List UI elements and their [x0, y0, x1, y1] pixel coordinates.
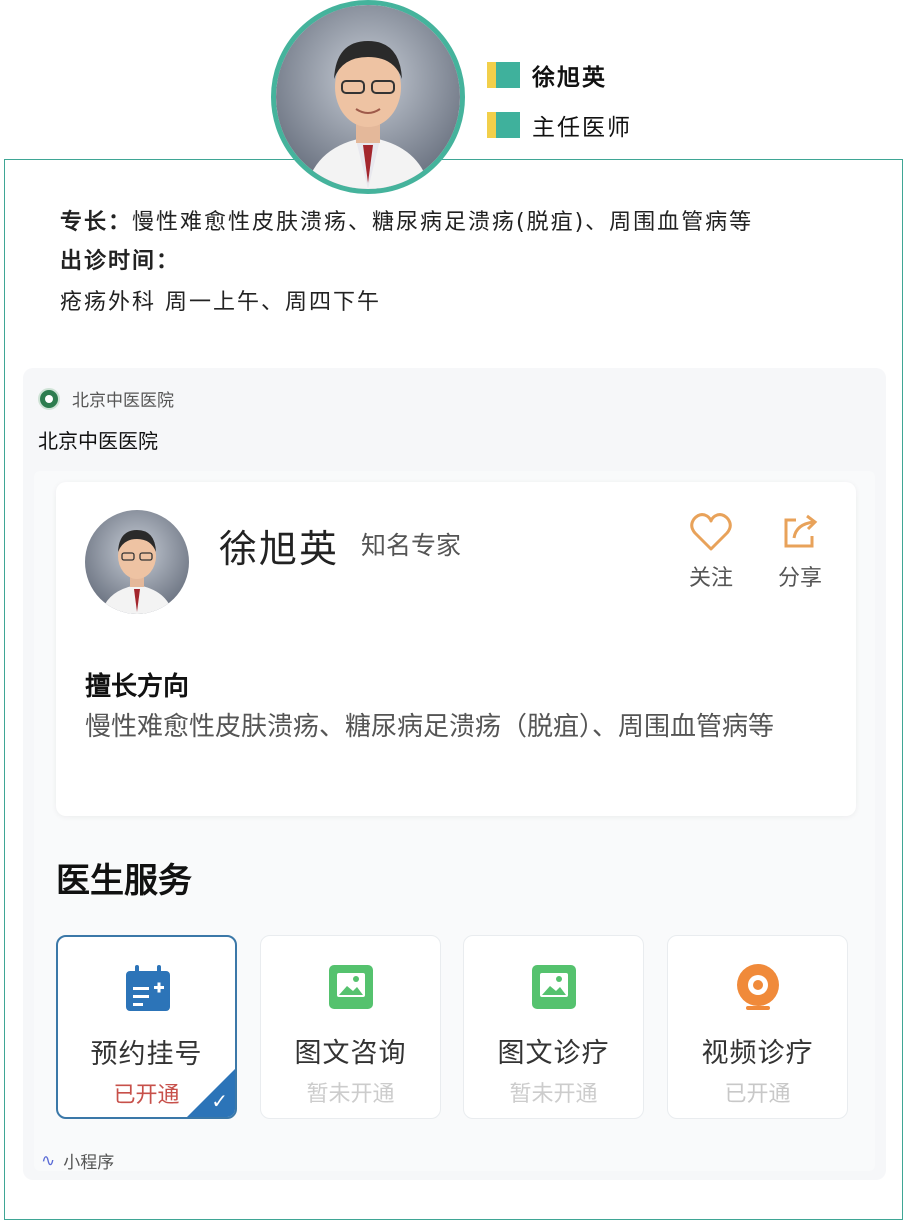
doctor-badge: 知名专家	[361, 531, 462, 560]
mini-program-label: 小程序	[63, 1153, 115, 1173]
tag-marker-icon	[487, 62, 520, 88]
camera-icon	[737, 964, 779, 1010]
doctor-avatar-large	[271, 0, 465, 194]
specialty-heading: 擅长方向	[85, 672, 190, 702]
specialty-text: 慢性难愈性皮肤溃疡、糖尿病足溃疡(脱疽)、周围血管病等	[132, 210, 754, 235]
check-icon: ✓	[211, 1089, 228, 1113]
service-video-diagnosis[interactable]: 视频诊疗 已开通	[667, 935, 848, 1119]
doctor-name: 徐旭英	[532, 65, 607, 91]
service-status: 暂未开通	[509, 1082, 598, 1107]
name-tag: 徐旭英	[487, 58, 607, 92]
doctor-title: 主任医师	[532, 115, 632, 141]
doctor-card: 徐旭英 知名专家 关注 分享 擅长方向 慢性难愈性皮肤溃疡、糖尿病足溃疡（脱疽）…	[56, 482, 856, 816]
mini-program-header: 北京中医医院	[38, 386, 174, 411]
image-icon	[532, 965, 576, 1009]
source-name: 北京中医医院	[72, 391, 174, 411]
service-name: 预约挂号	[90, 1039, 203, 1070]
doctor-card-name: 徐旭英	[219, 527, 340, 571]
hours-label: 出诊时间：	[60, 249, 181, 274]
specialty-label: 专长：	[60, 210, 133, 235]
service-text-consult[interactable]: 图文咨询 暂未开通	[260, 935, 441, 1119]
service-status: 暂未开通	[306, 1082, 395, 1107]
doctor-avatar	[85, 510, 189, 614]
hospital-logo-icon	[38, 387, 60, 410]
share-icon	[784, 514, 818, 548]
mini-program-title: 北京中医医院	[38, 429, 158, 453]
image-icon	[329, 965, 373, 1009]
services-heading: 医生服务	[56, 861, 192, 901]
service-status: 已开通	[724, 1082, 791, 1107]
service-name: 视频诊疗	[701, 1038, 814, 1069]
mini-program-card[interactable]: 北京中医医院 北京中医医院 徐旭英 知名专家 关注 分享 擅长方向 慢性难愈性皮…	[23, 368, 886, 1180]
mini-program-icon: ∿	[41, 1150, 56, 1171]
mini-program-preview: 徐旭英 知名专家 关注 分享 擅长方向 慢性难愈性皮肤溃疡、糖尿病足溃疡（脱疽）…	[34, 471, 875, 1171]
calendar-icon	[126, 965, 170, 1011]
service-text-diagnosis[interactable]: 图文诊疗 暂未开通	[463, 935, 644, 1119]
service-appointment[interactable]: 预约挂号 已开通 ✓	[56, 935, 237, 1119]
title-tag: 主任医师	[487, 108, 632, 142]
follow-button[interactable]: 关注	[681, 512, 741, 592]
specialty-line: 专长：慢性难愈性皮肤溃疡、糖尿病足溃疡(脱疽)、周围血管病等	[60, 204, 753, 236]
tag-marker-icon	[487, 112, 520, 138]
hours-text: 疮疡外科 周一上午、周四下午	[60, 290, 381, 315]
share-label: 分享	[777, 566, 822, 591]
service-name: 图文诊疗	[497, 1038, 610, 1069]
share-button[interactable]: 分享	[770, 512, 830, 592]
specialty-description: 慢性难愈性皮肤溃疡、糖尿病足溃疡（脱疽）、周围血管病等	[85, 712, 775, 742]
heart-icon	[690, 513, 732, 551]
follow-label: 关注	[688, 566, 733, 591]
mini-program-footer: ∿ 小程序	[41, 1148, 115, 1174]
service-name: 图文咨询	[294, 1038, 407, 1069]
